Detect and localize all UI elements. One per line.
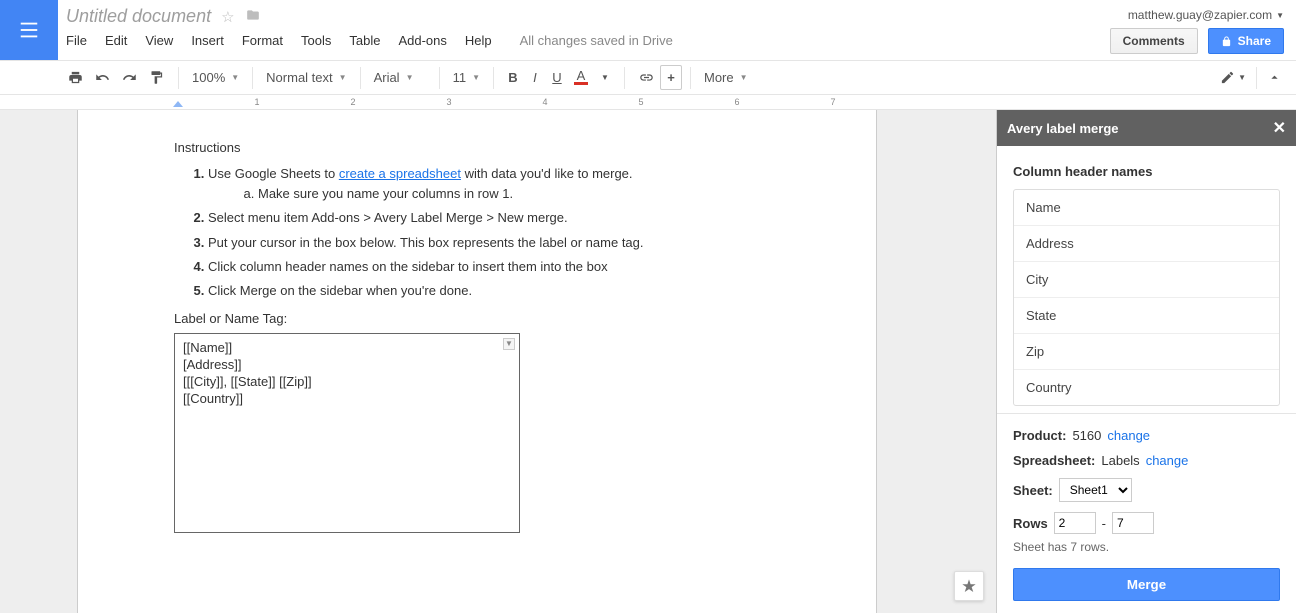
redo-icon[interactable] xyxy=(116,66,143,89)
spreadsheet-value: Labels xyxy=(1101,453,1139,468)
close-icon[interactable]: ✕ xyxy=(1273,118,1286,138)
editing-mode-icon[interactable]: ▼ xyxy=(1214,66,1252,89)
page[interactable]: Instructions Use Google Sheets to create… xyxy=(77,110,877,613)
menu-format[interactable]: Format xyxy=(242,33,283,48)
bold-button[interactable]: B xyxy=(502,66,524,89)
italic-button[interactable]: I xyxy=(524,66,546,89)
rows-hint: Sheet has 7 rows. xyxy=(1013,540,1280,554)
share-button[interactable]: Share xyxy=(1208,28,1284,54)
toolbar: 100%▼ Normal text▼ Arial▼ 11▼ B I U A ▼ … xyxy=(0,60,1296,95)
menu-file[interactable]: File xyxy=(66,33,87,48)
ruler: 1 2 3 4 5 6 7 xyxy=(0,95,1296,110)
style-dropdown[interactable]: Normal text▼ xyxy=(257,66,355,89)
print-icon[interactable] xyxy=(62,66,89,89)
more-dropdown[interactable]: More▼ xyxy=(695,66,757,89)
spreadsheet-label: Spreadsheet: xyxy=(1013,453,1095,468)
sidebar-subtitle: Column header names xyxy=(1013,164,1280,179)
document-title[interactable]: Untitled document xyxy=(66,6,211,27)
explore-button[interactable] xyxy=(954,571,984,601)
step-5: Click Merge on the sidebar when you're d… xyxy=(208,279,780,303)
comments-button[interactable]: Comments xyxy=(1110,28,1198,54)
insert-comment-icon[interactable]: + xyxy=(660,65,682,90)
sheet-label: Sheet: xyxy=(1013,483,1053,498)
menu-edit[interactable]: Edit xyxy=(105,33,127,48)
rows-to-input[interactable] xyxy=(1112,512,1154,534)
undo-icon[interactable] xyxy=(89,66,116,89)
zoom-dropdown[interactable]: 100%▼ xyxy=(183,66,248,89)
sheet-select[interactable]: Sheet1 xyxy=(1059,478,1132,502)
column-item-state[interactable]: State xyxy=(1014,298,1279,334)
menu-insert[interactable]: Insert xyxy=(191,33,224,48)
tag-line: [Address]] xyxy=(183,357,511,374)
column-item-country[interactable]: Country xyxy=(1014,370,1279,405)
menu-addons[interactable]: Add-ons xyxy=(398,33,446,48)
paint-format-icon[interactable] xyxy=(143,66,170,89)
app-logo[interactable] xyxy=(0,0,58,60)
tag-line: [[Country]] xyxy=(183,391,511,408)
spreadsheet-change-link[interactable]: change xyxy=(1146,453,1189,468)
font-dropdown[interactable]: Arial▼ xyxy=(365,66,435,89)
font-size-dropdown[interactable]: 11▼ xyxy=(444,66,489,89)
indent-marker[interactable] xyxy=(173,101,183,107)
label-box-menu-icon[interactable]: ▼ xyxy=(503,338,515,350)
product-change-link[interactable]: change xyxy=(1107,428,1150,443)
instructions-heading: Instructions xyxy=(174,138,780,158)
step-1a: Make sure you name your columns in row 1… xyxy=(258,184,780,204)
menu-tools[interactable]: Tools xyxy=(301,33,331,48)
hide-menus-icon[interactable] xyxy=(1261,66,1288,89)
text-color-caret[interactable]: ▼ xyxy=(594,69,616,86)
column-item-address[interactable]: Address xyxy=(1014,226,1279,262)
insert-link-icon[interactable] xyxy=(633,66,660,89)
product-label: Product: xyxy=(1013,428,1066,443)
menu-help[interactable]: Help xyxy=(465,33,492,48)
menu-view[interactable]: View xyxy=(145,33,173,48)
step-2: Select menu item Add-ons > Avery Label M… xyxy=(208,206,780,230)
merge-button[interactable]: Merge xyxy=(1013,568,1280,601)
label-box[interactable]: ▼ [[Name]] [Address]] [[[City]], [[State… xyxy=(174,333,520,533)
sidebar-title: Avery label merge xyxy=(1007,121,1119,136)
document-canvas[interactable]: Instructions Use Google Sheets to create… xyxy=(0,110,996,613)
folder-icon[interactable] xyxy=(245,8,261,26)
underline-button[interactable]: U xyxy=(546,66,568,89)
step-4: Click column header names on the sidebar… xyxy=(208,255,780,279)
lock-icon xyxy=(1221,36,1232,47)
label-heading: Label or Name Tag: xyxy=(174,309,780,329)
star-icon[interactable]: ☆ xyxy=(221,8,234,26)
rows-from-input[interactable] xyxy=(1054,512,1096,534)
column-item-name[interactable]: Name xyxy=(1014,190,1279,226)
rows-label: Rows xyxy=(1013,516,1048,531)
step-1: Use Google Sheets to create a spreadshee… xyxy=(208,162,780,206)
addon-sidebar: Avery label merge ✕ Column header names … xyxy=(996,110,1296,613)
tag-line: [[[City]], [[State]] [[Zip]] xyxy=(183,374,511,391)
text-color-button[interactable]: A xyxy=(568,67,594,89)
create-spreadsheet-link[interactable]: create a spreadsheet xyxy=(339,166,461,181)
menu-table[interactable]: Table xyxy=(349,33,380,48)
user-email[interactable]: matthew.guay@zapier.com▼ xyxy=(1128,8,1284,22)
save-status: All changes saved in Drive xyxy=(520,33,673,48)
tag-line: [[Name]] xyxy=(183,340,511,357)
column-item-zip[interactable]: Zip xyxy=(1014,334,1279,370)
product-value: 5160 xyxy=(1072,428,1101,443)
column-item-city[interactable]: City xyxy=(1014,262,1279,298)
step-3: Put your cursor in the box below. This b… xyxy=(208,231,780,255)
